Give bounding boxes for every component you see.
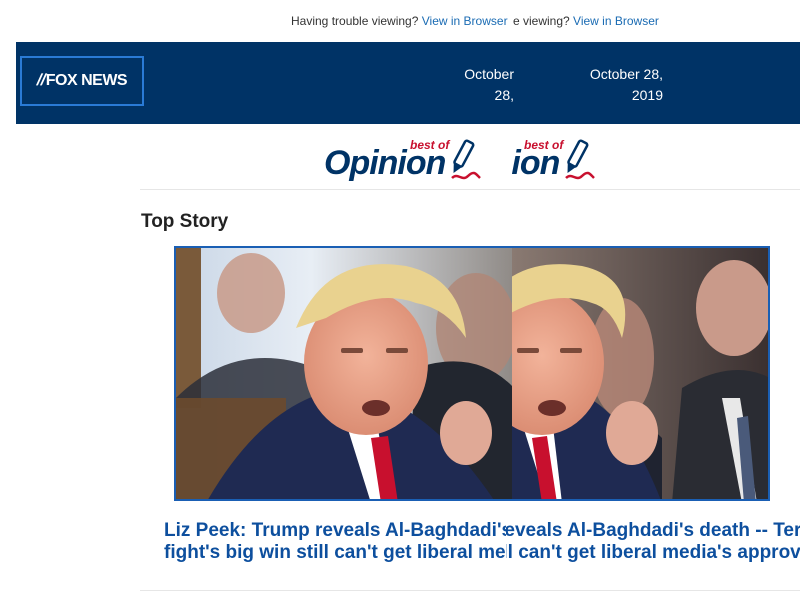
best-of-opinion-logo: best of Opinion (324, 136, 510, 186)
view-in-browser-link-duplicate[interactable]: View in Browser (573, 14, 659, 28)
preheader-duplicate: e viewing? View in Browser (512, 14, 659, 28)
issue-date-duplicate: October 28, 2019 (589, 64, 663, 108)
date-line1-duplicate: October 28, (589, 66, 663, 82)
header-bar: //FOX NEWS October 28, 2019 October 28, … (16, 42, 800, 124)
top-story-image[interactable] (174, 246, 512, 501)
headline-line2: fight's big win still can't get liberal … (164, 542, 510, 563)
issue-date: October 28, 2019 (444, 64, 514, 108)
top-story-photo-duplicate (512, 248, 768, 499)
date-line2: 2019 (444, 106, 514, 108)
fox-news-logo-text: //FOX NEWS (35, 72, 128, 90)
fox-news-logo[interactable]: //FOX NEWS (20, 56, 144, 106)
section-label: Top Story (141, 211, 229, 232)
headline-line1-duplicate: Liz Peek: Trump reveals Al-Baghdadi's de… (506, 520, 800, 541)
divider (140, 189, 800, 190)
opinion-wordmark-duplicate: Opinion (512, 144, 560, 182)
preheader-text: Having trouble viewing? (291, 14, 419, 28)
date-line1: October 28, (464, 66, 514, 103)
pen-icon-duplicate (565, 139, 595, 180)
preheader-text-overlap: e viewing? (513, 14, 570, 28)
top-story-headline-duplicate[interactable]: Liz Peek: Trump reveals Al-Baghdadi's de… (506, 520, 800, 566)
top-story-photo (176, 248, 512, 499)
date-line2-duplicate: 2019 (631, 87, 663, 103)
top-story-headline[interactable]: Liz Peek: Trump reveals Al-Baghdadi's de… (164, 520, 510, 566)
view-in-browser-link[interactable]: View in Browser (422, 14, 508, 28)
headline-line1: Liz Peek: Trump reveals Al-Baghdadi's de… (164, 520, 510, 541)
top-story-image-duplicate[interactable] (512, 246, 770, 501)
pen-icon (451, 139, 481, 180)
best-of-opinion-logo-duplicate: best of Opinion (512, 136, 624, 186)
opinion-wordmark: Opinion (324, 144, 446, 182)
preheader: Having trouble viewing? View in Browser (291, 14, 508, 28)
logo-wordmark: FOX NEWS (45, 72, 128, 89)
headline-line2-duplicate: fight's big win still can't get liberal … (506, 542, 800, 563)
divider (140, 590, 800, 591)
